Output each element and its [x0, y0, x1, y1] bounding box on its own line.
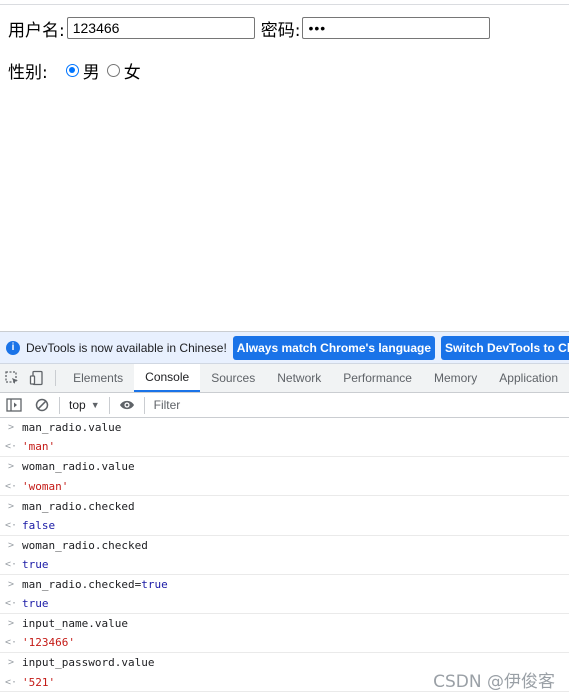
- tab-elements[interactable]: Elements: [62, 364, 134, 392]
- console-input-text: woman_radio.checked: [22, 538, 148, 552]
- console-input-line: > man_radio.value: [0, 418, 569, 438]
- tab-sources[interactable]: Sources: [200, 364, 266, 392]
- console-input-line: > input_name.value: [0, 614, 569, 634]
- clear-console-icon[interactable]: [28, 398, 56, 412]
- password-label: 密码:: [260, 20, 301, 41]
- console-output-line: <· true: [0, 555, 569, 575]
- password-input[interactable]: [302, 17, 491, 39]
- console-input-keyword: true: [141, 578, 168, 592]
- gender-label: 性别:: [8, 62, 48, 83]
- console-output-value: '521': [22, 675, 56, 689]
- console-input-line: > man_radio.checked: [0, 496, 569, 516]
- console-input-line: > man_radio.checked= true: [0, 575, 569, 595]
- radio-woman[interactable]: [106, 63, 120, 77]
- console-input-text: man_radio.checked: [22, 499, 135, 513]
- console-output-value: false: [22, 518, 56, 532]
- input-prompt-icon: >: [7, 539, 15, 551]
- chevron-down-icon: ▼: [90, 400, 100, 410]
- radio-man[interactable]: [65, 63, 79, 77]
- console-input-text: man_radio.checked=: [22, 578, 142, 592]
- output-arrow-icon: <·: [4, 598, 18, 610]
- console-output-line: <· false: [0, 516, 569, 536]
- infobar-text: DevTools is now available in Chinese!: [26, 340, 227, 355]
- tab-console[interactable]: Console: [134, 364, 201, 392]
- console-output: > man_radio.value <· 'man' > woman_radio.va…: [0, 418, 569, 693]
- console-input-line: > woman_radio.checked: [0, 536, 569, 556]
- match-language-button[interactable]: Always match Chrome's language: [232, 335, 436, 360]
- toolbar-separator: [59, 396, 60, 414]
- console-output-value: true: [22, 557, 49, 571]
- input-prompt-icon: >: [7, 657, 15, 669]
- console-output-value: 'man': [22, 440, 56, 454]
- tab-network[interactable]: Network: [266, 364, 332, 392]
- console-output-value: true: [22, 597, 49, 611]
- page-top-border: [0, 4, 569, 5]
- tab-performance[interactable]: Performance: [332, 364, 423, 392]
- tab-application[interactable]: Application: [488, 364, 569, 392]
- switch-language-button[interactable]: Switch DevTools to Chinese: [441, 335, 569, 360]
- login-row: 用户名: 密码:: [8, 16, 491, 41]
- console-output-line: <· '123466': [0, 634, 569, 654]
- input-prompt-icon: >: [7, 500, 15, 512]
- language-infobar: i DevTools is now available in Chinese! …: [0, 332, 569, 364]
- console-output-line: <· 'man': [0, 438, 569, 458]
- output-arrow-icon: <·: [4, 676, 18, 688]
- console-input-text: woman_radio.value: [22, 460, 135, 474]
- inspect-element-icon[interactable]: [0, 364, 25, 392]
- console-output-value: 'woman': [22, 479, 69, 493]
- device-toolbar-icon[interactable]: [25, 364, 50, 392]
- info-icon: i: [6, 340, 20, 355]
- filter-input[interactable]: Filter: [154, 398, 181, 412]
- username-label: 用户名:: [8, 20, 65, 41]
- toolbar-separator: [55, 370, 57, 386]
- input-prompt-icon: >: [7, 579, 15, 591]
- output-arrow-icon: <·: [4, 637, 18, 649]
- console-input-text: input_password.value: [22, 656, 155, 670]
- sidebar-toggle-icon[interactable]: [0, 398, 28, 412]
- devtools-tabbar: Elements Console Sources Network Perform…: [0, 364, 569, 393]
- devtools-panel: i DevTools is now available in Chinese! …: [0, 331, 569, 698]
- toolbar-separator: [108, 396, 110, 414]
- input-prompt-icon: >: [7, 618, 15, 630]
- eye-icon[interactable]: [113, 399, 141, 411]
- console-output-line: <· true: [0, 594, 569, 614]
- console-input-text: man_radio.value: [22, 421, 122, 435]
- context-value: top: [69, 398, 86, 412]
- output-arrow-icon: <·: [4, 519, 18, 531]
- input-prompt-icon: >: [7, 461, 15, 473]
- username-input[interactable]: [66, 17, 255, 39]
- console-output-value: '123466': [22, 636, 75, 650]
- console-input-line: > woman_radio.value: [0, 457, 569, 477]
- tab-memory[interactable]: Memory: [423, 364, 488, 392]
- toolbar-separator: [143, 396, 145, 414]
- context-selector[interactable]: top ▼: [63, 398, 106, 412]
- csdn-watermark: CSDN @伊俊客: [433, 672, 555, 692]
- input-prompt-icon: >: [7, 422, 15, 434]
- gender-row: 性别: 男 女: [8, 58, 141, 83]
- output-arrow-icon: <·: [4, 558, 18, 570]
- console-output-line: <· 'woman': [0, 477, 569, 497]
- console-toolbar: top ▼ Filter: [0, 393, 569, 418]
- console-input-text: input_name.value: [22, 617, 128, 631]
- output-arrow-icon: <·: [4, 441, 18, 453]
- radio-man-label[interactable]: 男: [83, 58, 100, 83]
- radio-woman-label[interactable]: 女: [124, 58, 141, 83]
- output-arrow-icon: <·: [4, 480, 18, 492]
